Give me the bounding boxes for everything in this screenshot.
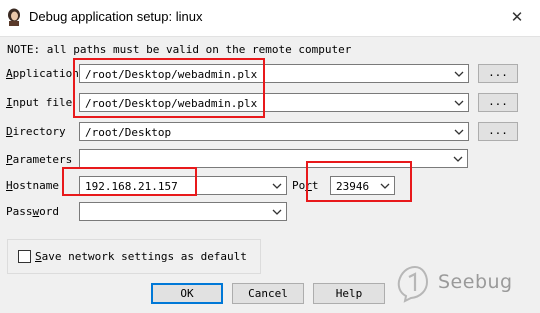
hostname-value: 192.168.21.157 xyxy=(85,180,178,193)
port-label: Port xyxy=(292,179,319,192)
app-icon xyxy=(8,8,20,26)
window-title: Debug application setup: linux xyxy=(29,9,203,24)
parameters-label: Parameters xyxy=(6,153,73,166)
chevron-down-icon xyxy=(453,156,463,162)
cancel-button[interactable]: Cancel xyxy=(232,283,304,304)
password-combo[interactable] xyxy=(79,202,287,221)
application-label: Application xyxy=(6,67,79,80)
hostname-combo[interactable]: 192.168.21.157 xyxy=(79,176,287,195)
application-combo[interactable]: /root/Desktop/webadmin.plx xyxy=(79,64,469,83)
hostname-label: Hostname xyxy=(6,179,59,192)
parameters-combo[interactable] xyxy=(79,149,468,168)
input-file-value: /root/Desktop/webadmin.plx xyxy=(85,97,258,110)
close-button[interactable]: ✕ xyxy=(494,0,540,36)
port-combo[interactable]: 23946 xyxy=(330,176,395,195)
application-browse-button[interactable]: ... xyxy=(478,64,518,83)
chevron-down-icon xyxy=(272,183,282,189)
directory-combo[interactable]: /root/Desktop xyxy=(79,122,469,141)
chevron-down-icon xyxy=(380,183,390,189)
input-file-label: Input file xyxy=(6,96,73,109)
port-value: 23946 xyxy=(336,180,370,193)
input-file-browse-button[interactable]: ... xyxy=(478,93,518,112)
seebug-watermark: Seebug xyxy=(438,271,513,293)
ok-button[interactable]: OK xyxy=(151,283,223,304)
input-file-combo[interactable]: /root/Desktop/webadmin.plx xyxy=(79,93,469,112)
application-value: /root/Desktop/webadmin.plx xyxy=(85,68,258,81)
password-label: Password xyxy=(6,205,59,218)
close-icon: ✕ xyxy=(510,8,524,26)
directory-value: /root/Desktop xyxy=(85,126,172,139)
directory-browse-button[interactable]: ... xyxy=(478,122,518,141)
chevron-down-icon xyxy=(454,71,464,77)
help-button[interactable]: Help xyxy=(313,283,385,304)
chevron-down-icon xyxy=(272,209,282,215)
chevron-down-icon xyxy=(454,129,464,135)
chevron-down-icon xyxy=(454,100,464,106)
save-settings-checkbox[interactable] xyxy=(18,250,31,263)
paths-note: NOTE: all paths must be valid on the rem… xyxy=(7,43,352,56)
directory-label: Directory xyxy=(6,125,66,138)
save-settings-label: Save network settings as default xyxy=(35,250,247,263)
title-bar: Debug application setup: linux ✕ xyxy=(0,0,540,37)
